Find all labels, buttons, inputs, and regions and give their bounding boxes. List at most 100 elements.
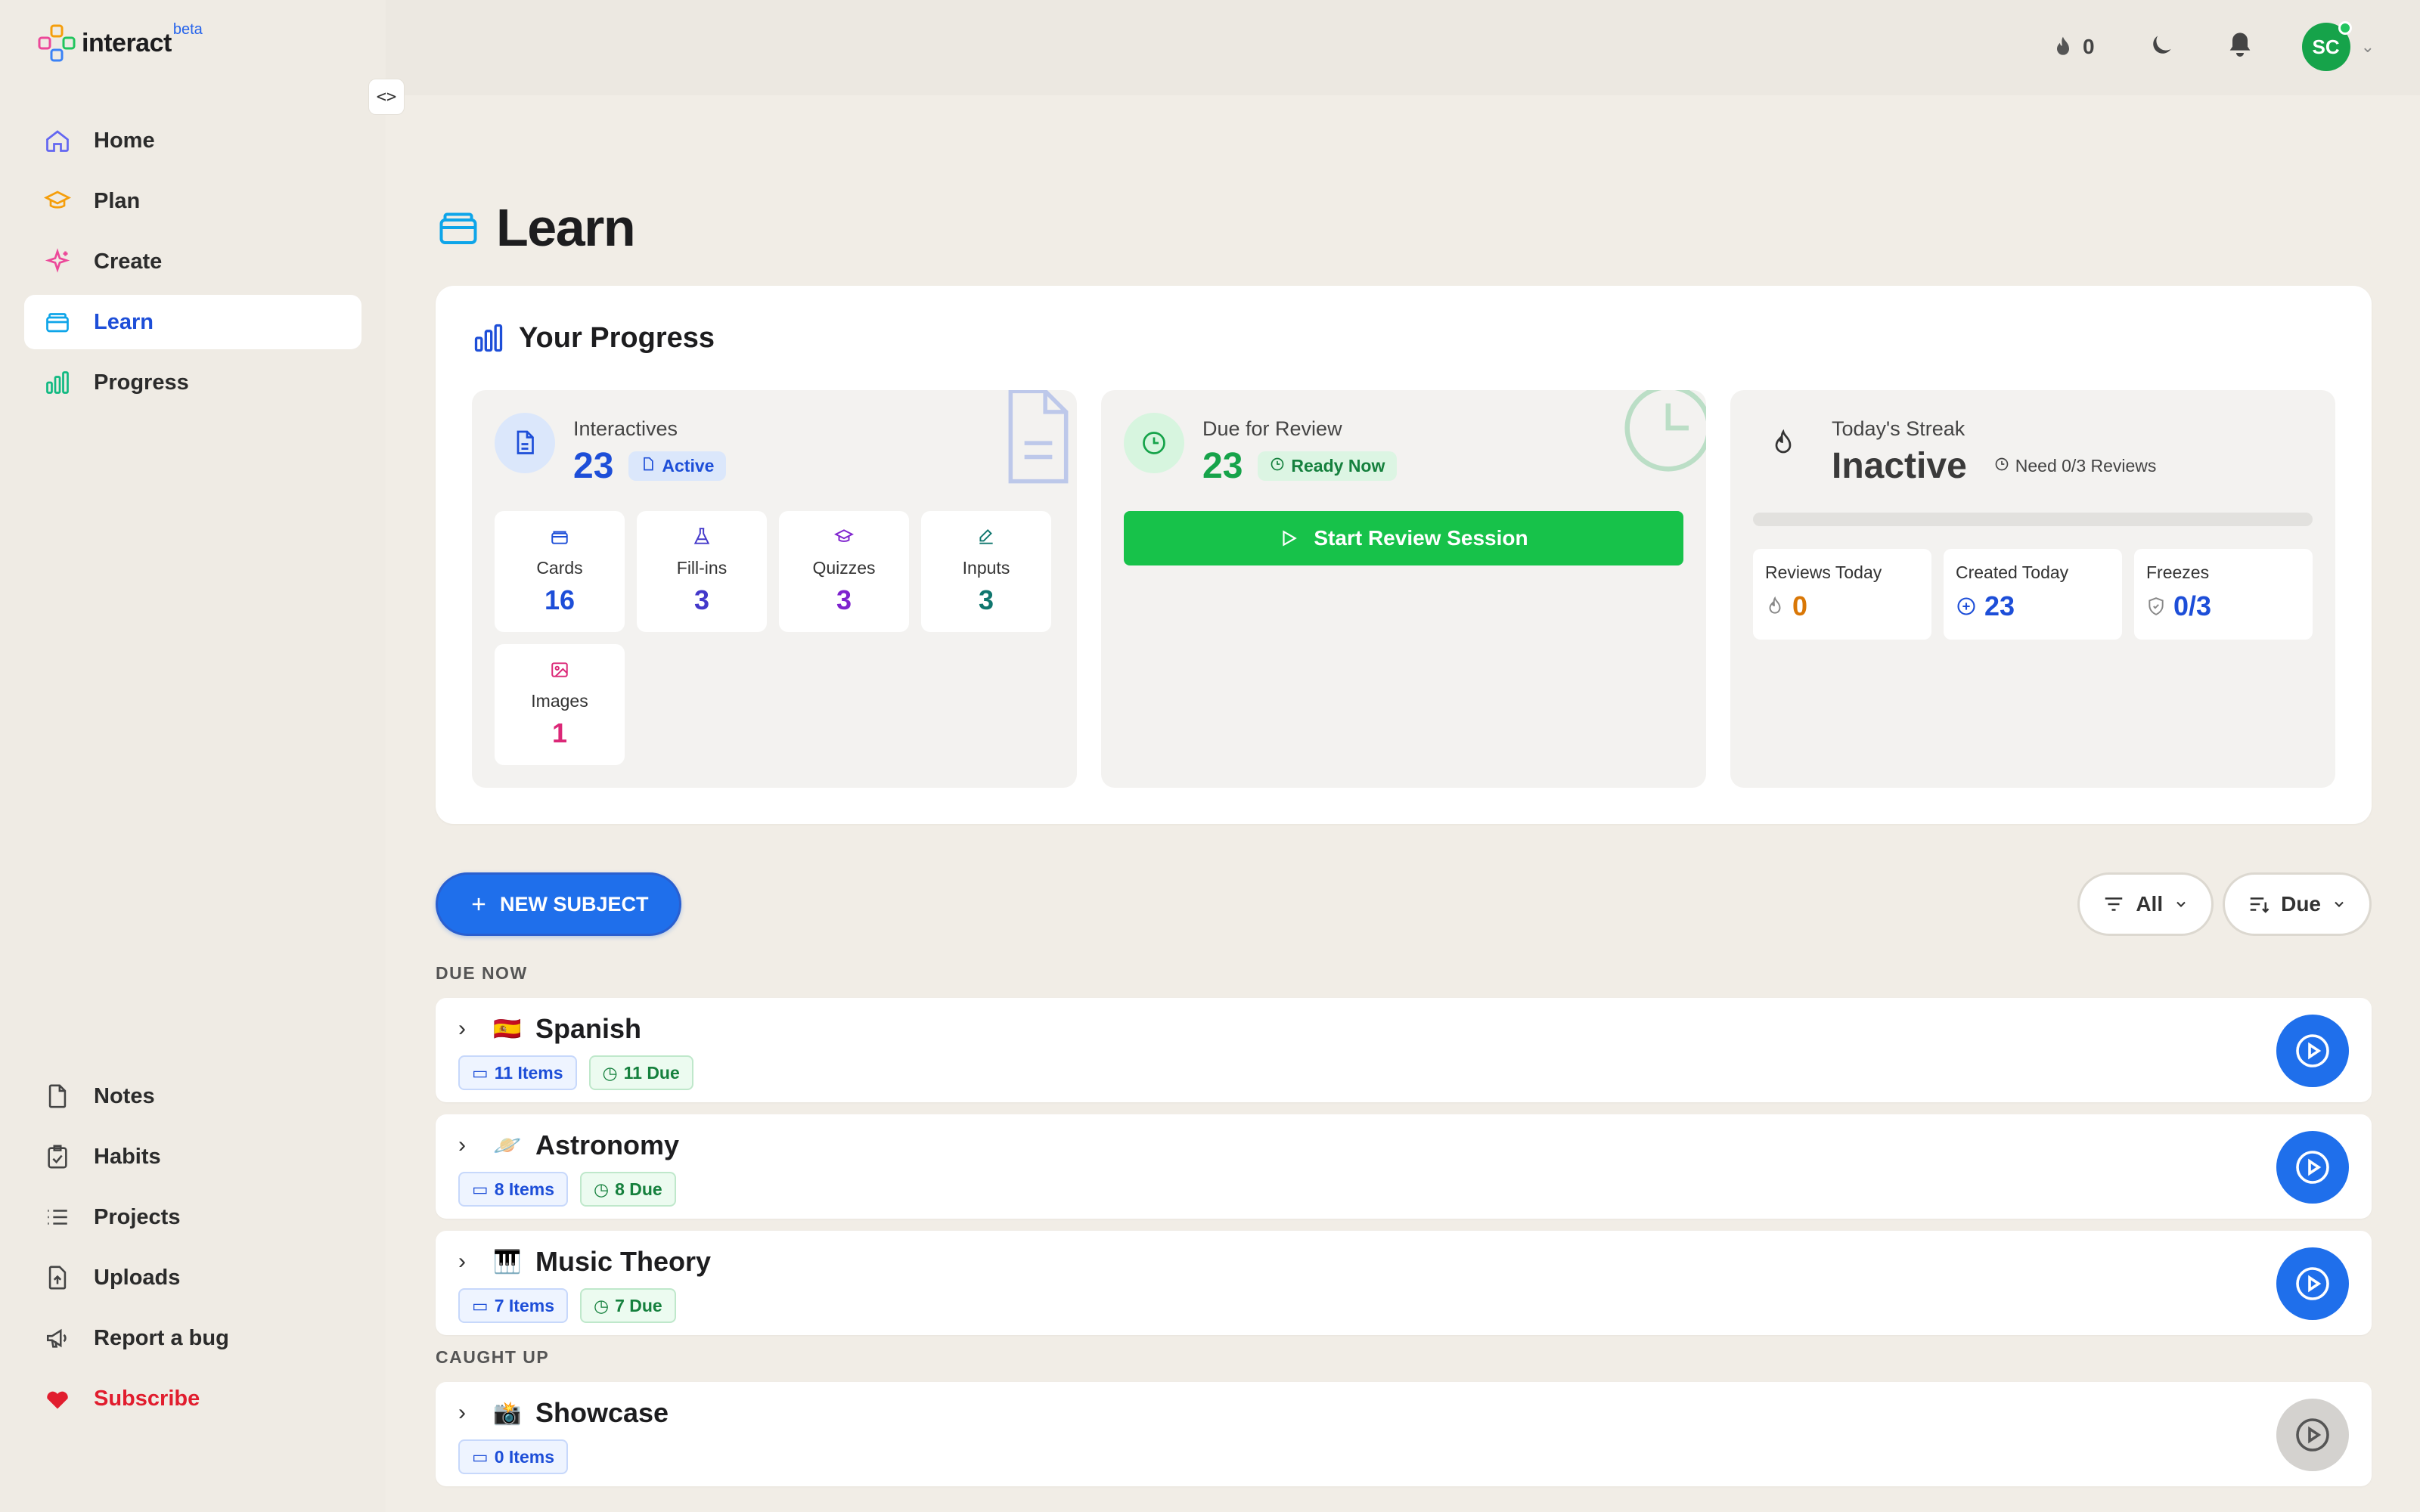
play-icon	[1279, 528, 1298, 548]
nav-item-plan[interactable]: Plan	[24, 174, 361, 228]
bar-chart-icon	[42, 367, 73, 398]
online-status-dot	[2338, 21, 2352, 35]
app-logo[interactable]: interact beta	[38, 21, 203, 62]
chevron-right-icon[interactable]: ›	[458, 1132, 479, 1158]
nav-label: Create	[94, 249, 163, 274]
ready-badge-label: Ready Now	[1291, 456, 1385, 476]
chevron-right-icon[interactable]: ›	[458, 1400, 479, 1426]
due-chip: ◷ 7 Due	[580, 1288, 676, 1323]
image-icon	[550, 660, 569, 683]
start-review-button[interactable]: Start Review Session	[1124, 511, 1683, 565]
subject-row-music-theory[interactable]: › 🎹 Music Theory ▭ 7 Items ◷ 7 Due	[436, 1231, 2372, 1335]
streak-counter[interactable]: 0	[2051, 35, 2095, 59]
notifications-button[interactable]	[2223, 30, 2257, 64]
nav-item-learn[interactable]: Learn	[24, 295, 361, 349]
page-title: Learn	[496, 198, 636, 257]
streak-need-badge: Need 0/3 Reviews	[1982, 451, 2169, 481]
tile-value: 3	[836, 584, 852, 615]
items-chip: ▭ 7 Items	[458, 1288, 568, 1323]
camera-icon: 📸	[493, 1400, 522, 1426]
filter-dropdown[interactable]: All	[2077, 872, 2214, 936]
streak-status: Inactive	[1832, 446, 1967, 486]
streak-count: 0	[2082, 35, 2095, 58]
bell-icon	[2225, 30, 2255, 64]
subjects-toolbar: NEW SUBJECT All Due	[436, 872, 2372, 936]
nav-item-notes[interactable]: Notes	[24, 1069, 361, 1123]
upload-icon	[42, 1263, 73, 1293]
tile-quizzes[interactable]: Quizzes 3	[779, 511, 909, 632]
chevron-right-icon[interactable]: ›	[458, 1016, 479, 1042]
file-icon	[42, 1081, 73, 1111]
due-review-panel: Due for Review 23 Ready Now Start Review…	[1101, 390, 1706, 788]
items-count: 7 Items	[494, 1295, 554, 1315]
spain-flag-icon: 🇪🇸	[493, 1016, 522, 1042]
list-icon	[42, 1202, 73, 1232]
clock-decoration-icon	[1611, 390, 1706, 489]
nav-label: Plan	[94, 188, 141, 213]
reviews-today-tile: Reviews Today 0	[1753, 549, 1931, 640]
piano-icon: 🎹	[493, 1249, 522, 1275]
subject-name: Astronomy	[535, 1129, 680, 1160]
chevron-right-icon[interactable]: ›	[458, 1249, 479, 1275]
moon-icon	[2147, 31, 2176, 64]
cards-icon	[42, 307, 73, 337]
logo-text: interact	[82, 28, 172, 57]
cards-icon: ▭	[472, 1446, 489, 1467]
nav-item-report-bug[interactable]: Report a bug	[24, 1311, 361, 1365]
graduation-cap-icon	[833, 527, 855, 550]
filter-label: All	[2136, 892, 2164, 916]
play-subject-button[interactable]	[2276, 1399, 2349, 1471]
tile-cards[interactable]: Cards 16	[495, 511, 625, 632]
nav-item-uploads[interactable]: Uploads	[24, 1250, 361, 1305]
nav-item-projects[interactable]: Projects	[24, 1190, 361, 1244]
active-badge-label: Active	[662, 456, 715, 476]
main-nav: Home Plan Create Learn Progress	[24, 113, 361, 416]
tile-fill-ins[interactable]: Fill-ins 3	[637, 511, 767, 632]
subject-row-showcase[interactable]: › 📸 Showcase ▭ 0 Items	[436, 1382, 2372, 1486]
play-circle-icon	[2294, 1417, 2331, 1453]
tile-value: 16	[544, 584, 576, 615]
tile-value: 0/3	[2173, 590, 2212, 621]
sort-dropdown[interactable]: Due	[2223, 872, 2372, 936]
filter-icon	[2102, 893, 2125, 916]
nav-item-progress[interactable]: Progress	[24, 355, 361, 410]
subject-row-astronomy[interactable]: › 🪐 Astronomy ▭ 8 Items ◷ 8 Due	[436, 1114, 2372, 1219]
cards-icon: ▭	[472, 1179, 489, 1199]
cards-icon	[550, 527, 569, 550]
secondary-nav: Notes Habits Projects Uploads Report a b…	[24, 1069, 361, 1432]
file-icon	[641, 456, 656, 476]
nav-label: Progress	[94, 370, 189, 395]
avatar[interactable]: SC	[2301, 21, 2352, 71]
play-subject-button[interactable]	[2276, 1015, 2349, 1087]
items-chip: ▭ 11 Items	[458, 1055, 577, 1090]
due-chip: ◷ 11 Due	[588, 1055, 693, 1090]
section-label-due-now: DUE NOW	[436, 963, 528, 983]
sort-label: Due	[2281, 892, 2321, 916]
items-count: 0 Items	[494, 1446, 554, 1467]
play-subject-button[interactable]	[2276, 1247, 2349, 1320]
tile-images[interactable]: Images 1	[495, 644, 625, 765]
home-icon	[42, 125, 73, 156]
theme-toggle[interactable]	[2145, 30, 2178, 64]
sort-icon	[2248, 893, 2270, 916]
chevron-down-icon[interactable]: ⌄	[2361, 37, 2375, 57]
nav-item-subscribe[interactable]: Subscribe	[24, 1371, 361, 1426]
flask-icon	[692, 527, 712, 550]
play-subject-button[interactable]	[2276, 1131, 2349, 1204]
due-label: Due for Review	[1202, 417, 1342, 440]
subject-row-spanish[interactable]: › 🇪🇸 Spanish ▭ 11 Items ◷ 11 Due	[436, 998, 2372, 1102]
due-now-list: › 🇪🇸 Spanish ▭ 11 Items ◷ 11 Due › 🪐 Astro…	[436, 998, 2372, 1335]
nav-item-home[interactable]: Home	[24, 113, 361, 168]
nav-item-create[interactable]: Create	[24, 234, 361, 289]
clock-icon	[1994, 456, 2009, 476]
tile-inputs[interactable]: Inputs 3	[921, 511, 1051, 632]
streak-label: Today's Streak	[1832, 417, 1965, 440]
tile-label: Created Today	[1956, 562, 2069, 582]
nav-item-habits[interactable]: Habits	[24, 1129, 361, 1184]
created-today-tile: Created Today 23	[1944, 549, 2122, 640]
cards-icon: ▭	[472, 1295, 489, 1315]
sidebar-collapse-button[interactable]: <>	[368, 79, 405, 115]
avatar-initials: SC	[2312, 35, 2340, 58]
tile-label: Inputs	[962, 558, 1010, 578]
new-subject-button[interactable]: NEW SUBJECT	[436, 872, 681, 936]
